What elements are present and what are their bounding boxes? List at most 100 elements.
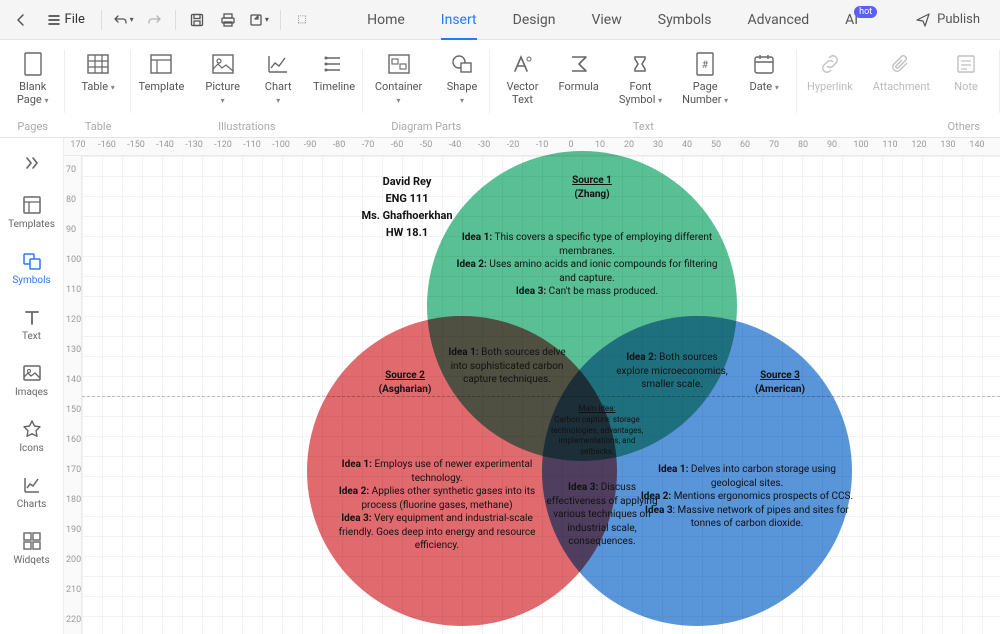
shape-label: Shape — [447, 80, 478, 93]
separator — [175, 10, 176, 30]
tab-design[interactable]: Design — [495, 0, 574, 40]
venn-diagram: David Rey ENG 111 Ms. Ghafhoerkhan HW 18… — [82, 156, 1000, 634]
undo-button[interactable]: ▾ — [110, 6, 137, 34]
ribbon-cap-illustrations: Illustrations — [218, 118, 275, 137]
topbar: File ▾ ▾ ⬚ Home Insert Design View Symbo… — [0, 0, 1000, 40]
picture-label: Picture — [205, 80, 240, 93]
blank-page-button[interactable]: BlankPage ▾ — [7, 48, 59, 118]
source1-ideas[interactable]: Idea 1: This covers a specific type of e… — [452, 231, 722, 299]
canvas[interactable]: David Rey ENG 111 Ms. Ghafhoerkhan HW 18… — [82, 156, 1000, 634]
sidebar-charts[interactable]: Charts — [4, 468, 60, 516]
blank-page-icon — [19, 50, 47, 78]
source2-title[interactable]: Source 2(Asgharian) — [355, 369, 455, 396]
container-button[interactable]: Container ▾ — [363, 48, 434, 118]
font-symbol-button[interactable]: FontSymbol ▾ — [609, 48, 672, 118]
publish-label: Publish — [937, 12, 980, 27]
export-button[interactable]: ▾ — [245, 6, 272, 34]
overlap-13[interactable]: Idea 2: Both sources explore microeconom… — [612, 351, 732, 392]
ribbon: BlankPage ▾ Pages Table ▾ Table Template… — [0, 40, 1000, 138]
sidebar-expand[interactable] — [4, 146, 60, 180]
hyperlink-icon — [816, 50, 844, 78]
vector-text-label: VectorText — [507, 80, 539, 106]
ribbon-cap-diagram: Diagram Parts — [391, 118, 461, 137]
hot-badge: hot — [854, 6, 877, 18]
chart-button[interactable]: Chart ▾ — [252, 48, 304, 118]
tab-ai[interactable]: AIhot — [827, 0, 899, 40]
file-label: File — [65, 12, 85, 27]
source1-title[interactable]: Source 1(Zhang) — [532, 174, 652, 201]
sidebar-widgets-label: Widqets — [13, 555, 49, 566]
qat-more-button[interactable]: ⬚ — [289, 6, 316, 34]
container-label: Container — [375, 80, 422, 93]
timeline-button[interactable]: Timeline — [304, 48, 364, 118]
sidebar-images-label: Imaqes — [15, 387, 48, 398]
header-hw: HW 18.1 — [386, 226, 428, 239]
header-course: ENG 111 — [385, 192, 428, 205]
sidebar-icons[interactable]: Icons — [4, 412, 60, 460]
table-button[interactable]: Table ▾ — [71, 48, 124, 118]
formula-label: Formula — [559, 80, 599, 93]
sidebar-templates[interactable]: Templates — [4, 188, 60, 236]
overlap-12[interactable]: Idea 1: Both sources delve into sophisti… — [442, 346, 572, 387]
note-button: Note — [940, 48, 992, 118]
chart-icon — [264, 50, 292, 78]
ruler-vertical: 7080901001101201301401501601701801902002… — [64, 156, 82, 634]
source3-ideas[interactable]: Idea 1: Delves into carbon storage using… — [637, 463, 857, 531]
hyperlink-label: Hyperlink — [807, 80, 853, 93]
tab-insert[interactable]: Insert — [423, 0, 495, 40]
tab-symbols[interactable]: Symbols — [640, 0, 730, 40]
text-icon — [21, 306, 43, 328]
header-teacher: Ms. Ghafhoerkhan — [361, 209, 452, 222]
note-label: Note — [954, 80, 978, 93]
tab-home[interactable]: Home — [349, 0, 423, 40]
separator — [101, 10, 102, 30]
template-button[interactable]: Template — [130, 48, 193, 118]
sidebar-charts-label: Charts — [17, 499, 47, 510]
center-main-idea[interactable]: Main Idea:Carbon capture: storage techno… — [542, 404, 652, 458]
hyperlink-button: Hyperlink — [797, 48, 863, 118]
date-label: Date — [749, 80, 772, 93]
page-number-button[interactable]: # PageNumber ▾ — [672, 48, 738, 118]
left-sidebar: Templates Symbols Text Imaqes Icons Char… — [0, 138, 64, 634]
attachment-label: Attachment — [873, 80, 930, 93]
font-symbol-icon — [626, 50, 654, 78]
picture-button[interactable]: Picture ▾ — [193, 48, 252, 118]
formula-icon — [565, 50, 593, 78]
formula-button[interactable]: Formula — [549, 48, 609, 118]
date-button[interactable]: Date ▾ — [738, 48, 790, 118]
shape-button[interactable]: Shape ▾ — [434, 48, 489, 118]
ribbon-cap-table: Table — [85, 118, 112, 137]
source2-ideas[interactable]: Idea 1: Employs use of newer experimenta… — [327, 458, 547, 553]
tab-view[interactable]: View — [573, 0, 639, 40]
save-button[interactable] — [184, 6, 211, 34]
vector-text-icon — [509, 50, 537, 78]
ruler-horizontal: 170-160-150-140-130-120-110-100-90-80-70… — [64, 138, 1000, 156]
tab-advanced[interactable]: Advanced — [729, 0, 827, 40]
symbols-icon — [21, 250, 43, 272]
svg-text:#: # — [702, 60, 709, 71]
attachment-button: Attachment — [863, 48, 940, 118]
template-label: Template — [139, 80, 185, 93]
sidebar-templates-label: Templates — [8, 219, 55, 230]
images-icon — [21, 362, 43, 384]
sidebar-widgets[interactable]: Widqets — [4, 524, 60, 572]
table-icon — [84, 50, 112, 78]
publish-button[interactable]: Publish — [903, 12, 992, 28]
overlap-23[interactable]: Idea 3: Discuss effectiveness of applyin… — [537, 481, 667, 549]
charts-icon — [21, 474, 43, 496]
print-button[interactable] — [215, 6, 242, 34]
back-button[interactable] — [8, 6, 35, 34]
vector-text-button[interactable]: VectorText — [497, 48, 549, 118]
sidebar-images[interactable]: Imaqes — [4, 356, 60, 404]
file-menu[interactable]: File — [39, 6, 93, 34]
canvas-area: 170-160-150-140-130-120-110-100-90-80-70… — [64, 138, 1000, 634]
date-icon — [750, 50, 778, 78]
widgets-icon — [21, 530, 43, 552]
attachment-icon — [887, 50, 915, 78]
sidebar-text[interactable]: Text — [4, 300, 60, 348]
sidebar-symbols[interactable]: Symbols — [4, 244, 60, 292]
source3-title[interactable]: Source 3(American) — [730, 369, 830, 396]
redo-button[interactable] — [140, 6, 167, 34]
container-icon — [385, 50, 413, 78]
sidebar-icons-label: Icons — [19, 443, 43, 454]
